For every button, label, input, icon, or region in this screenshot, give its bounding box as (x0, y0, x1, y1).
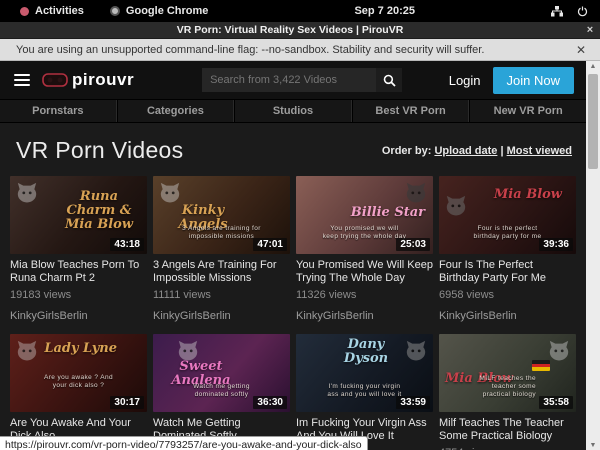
chrome-icon (110, 6, 120, 16)
screen: Activities Google Chrome Sep 7 20:25 VR … (0, 0, 600, 450)
activities-label: Activities (35, 5, 84, 17)
thumb-overlay-name: Lady Lyne (44, 342, 117, 356)
video-grid: Runa Charm & Mia Blow 43:18 Mia Blow Tea… (10, 176, 576, 450)
vr-headset-icon (42, 73, 68, 87)
video-card: Billie Star You promised we will keep tr… (296, 176, 433, 322)
order-by: Order by: Upload date | Most viewed (382, 145, 572, 157)
video-thumbnail[interactable]: Runa Charm & Mia Blow 43:18 (10, 176, 147, 254)
browser-viewport: pirouvr Login Join Now Pornstars Categor… (0, 61, 600, 450)
video-thumbnail[interactable]: Kinky Angels 3 Angels are training for i… (153, 176, 290, 254)
studio-logo-cat-icon (405, 339, 427, 361)
thumb-overlay-name: Billie Star (351, 206, 425, 220)
menu-icon[interactable] (12, 70, 32, 90)
search-icon (383, 74, 396, 87)
order-upload-date-link[interactable]: Upload date (434, 145, 497, 157)
studio-logo-cat-icon (405, 181, 427, 203)
studio-logo-cat-icon (548, 339, 570, 361)
nav-categories[interactable]: Categories (117, 100, 235, 122)
nav-studios[interactable]: Studios (234, 100, 352, 122)
scrollbar-thumb[interactable] (588, 74, 598, 169)
video-thumbnail[interactable]: Mia Blow MILF teaches the teacher some p… (439, 334, 576, 412)
video-card: Lady Lyne Are you awake ? And your dick … (10, 334, 147, 450)
app-name-label: Google Chrome (126, 5, 209, 17)
login-link[interactable]: Login (449, 73, 481, 88)
logo-text: pirouvr (72, 70, 134, 90)
scrollbar-down-icon[interactable]: ▼ (586, 440, 600, 450)
activities-icon (20, 7, 29, 16)
page-scrollbar[interactable]: ▲ ▼ (586, 61, 600, 450)
status-bar-url: https://pirouvr.com/vr-porn-video/779325… (0, 436, 368, 450)
nav-new-vr-porn[interactable]: New VR Porn (469, 100, 586, 122)
video-thumbnail[interactable]: Sweet Analena Watch me getting dominated… (153, 334, 290, 412)
video-thumbnail[interactable]: Dany Dyson I'm fucking your virgin ass a… (296, 334, 433, 412)
infobar-close-icon[interactable]: ✕ (570, 43, 592, 57)
app-menu-google-chrome[interactable]: Google Chrome (100, 5, 219, 17)
site-logo[interactable]: pirouvr (42, 70, 134, 90)
video-title-link[interactable]: Milf Teaches The Teacher Some Practical … (439, 417, 576, 442)
video-duration: 36:30 (253, 396, 287, 409)
thumb-overlay-name: Mia Blow (494, 188, 562, 202)
video-views: 11111 views (153, 289, 290, 301)
video-views: 6958 views (439, 289, 576, 301)
video-card: Mia Blow Four is the perfect birthday pa… (439, 176, 576, 322)
video-duration: 43:18 (110, 238, 144, 251)
chrome-infobar: You are using an unsupported command-lin… (0, 39, 600, 61)
video-views: 11326 views (296, 289, 433, 301)
page-title-text: VR Porn: Virtual Reality Sex Videos | Pi… (0, 24, 580, 36)
video-card: Mia Blow MILF teaches the teacher some p… (439, 334, 576, 450)
activities-button[interactable]: Activities (10, 5, 94, 17)
german-flag-icon (532, 360, 550, 371)
video-duration: 33:59 (396, 396, 430, 409)
thumb-overlay-name: Runa Charm & Mia Blow (59, 190, 139, 232)
clock[interactable]: Sep 7 20:25 (218, 5, 551, 17)
search-button[interactable] (376, 68, 402, 92)
studio-link[interactable]: KinkyGirlsBerlin (439, 310, 576, 322)
video-card: Kinky Angels 3 Angels are training for i… (153, 176, 290, 322)
video-duration: 39:36 (539, 238, 573, 251)
order-most-viewed-link[interactable]: Most viewed (507, 145, 572, 157)
browser-title-bar: VR Porn: Virtual Reality Sex Videos | Pi… (0, 22, 600, 39)
order-by-label: Order by: (382, 145, 432, 157)
window-close-icon[interactable]: × (580, 24, 600, 36)
video-duration: 25:03 (396, 238, 430, 251)
search-input[interactable] (202, 68, 376, 92)
video-thumbnail[interactable]: Mia Blow Four is the perfect birthday pa… (439, 176, 576, 254)
studio-logo-cat-icon (16, 339, 38, 361)
video-thumbnail[interactable]: Billie Star You promised we will keep tr… (296, 176, 433, 254)
thumb-caption: Are you awake ? And your dick also ? (10, 374, 147, 390)
video-duration: 35:58 (539, 396, 573, 409)
site-header: pirouvr Login Join Now (0, 61, 586, 99)
studio-link[interactable]: KinkyGirlsBerlin (153, 310, 290, 322)
video-title-link[interactable]: Four Is The Perfect Birthday Party For M… (439, 259, 576, 284)
page-heading: VR Porn Videos (16, 137, 183, 164)
video-title-link[interactable]: 3 Angels Are Training For Impossible Mis… (153, 259, 290, 284)
scrollbar-up-icon[interactable]: ▲ (586, 61, 600, 73)
nav-best-vr-porn[interactable]: Best VR Porn (352, 100, 470, 122)
studio-link[interactable]: KinkyGirlsBerlin (10, 310, 147, 322)
studio-logo-cat-icon (16, 181, 38, 203)
video-duration: 30:17 (110, 396, 144, 409)
video-card: Runa Charm & Mia Blow 43:18 Mia Blow Tea… (10, 176, 147, 322)
power-icon[interactable] (577, 6, 588, 17)
studio-logo-cat-icon (445, 194, 467, 216)
thumb-overlay-name: Dany Dyson (326, 338, 406, 366)
nav-pornstars[interactable]: Pornstars (0, 100, 117, 122)
studio-logo-cat-icon (159, 181, 181, 203)
video-title-link[interactable]: Mia Blow Teaches Porn To Runa Charm Pt 2 (10, 259, 147, 284)
main-nav: Pornstars Categories Studios Best VR Por… (0, 99, 586, 123)
video-card: Dany Dyson I'm fucking your virgin ass a… (296, 334, 433, 450)
network-icon[interactable] (551, 6, 563, 17)
video-duration: 47:01 (253, 238, 287, 251)
studio-link[interactable]: KinkyGirlsBerlin (296, 310, 433, 322)
video-card: Sweet Analena Watch me getting dominated… (153, 334, 290, 450)
video-thumbnail[interactable]: Lady Lyne Are you awake ? And your dick … (10, 334, 147, 412)
infobar-message: You are using an unsupported command-lin… (16, 44, 570, 56)
video-title-link[interactable]: You Promised We Will Keep Trying The Who… (296, 259, 433, 284)
system-top-bar: Activities Google Chrome Sep 7 20:25 (0, 0, 600, 22)
video-views: 19183 views (10, 289, 147, 301)
studio-logo-cat-icon (177, 339, 199, 361)
join-now-button[interactable]: Join Now (493, 67, 574, 94)
